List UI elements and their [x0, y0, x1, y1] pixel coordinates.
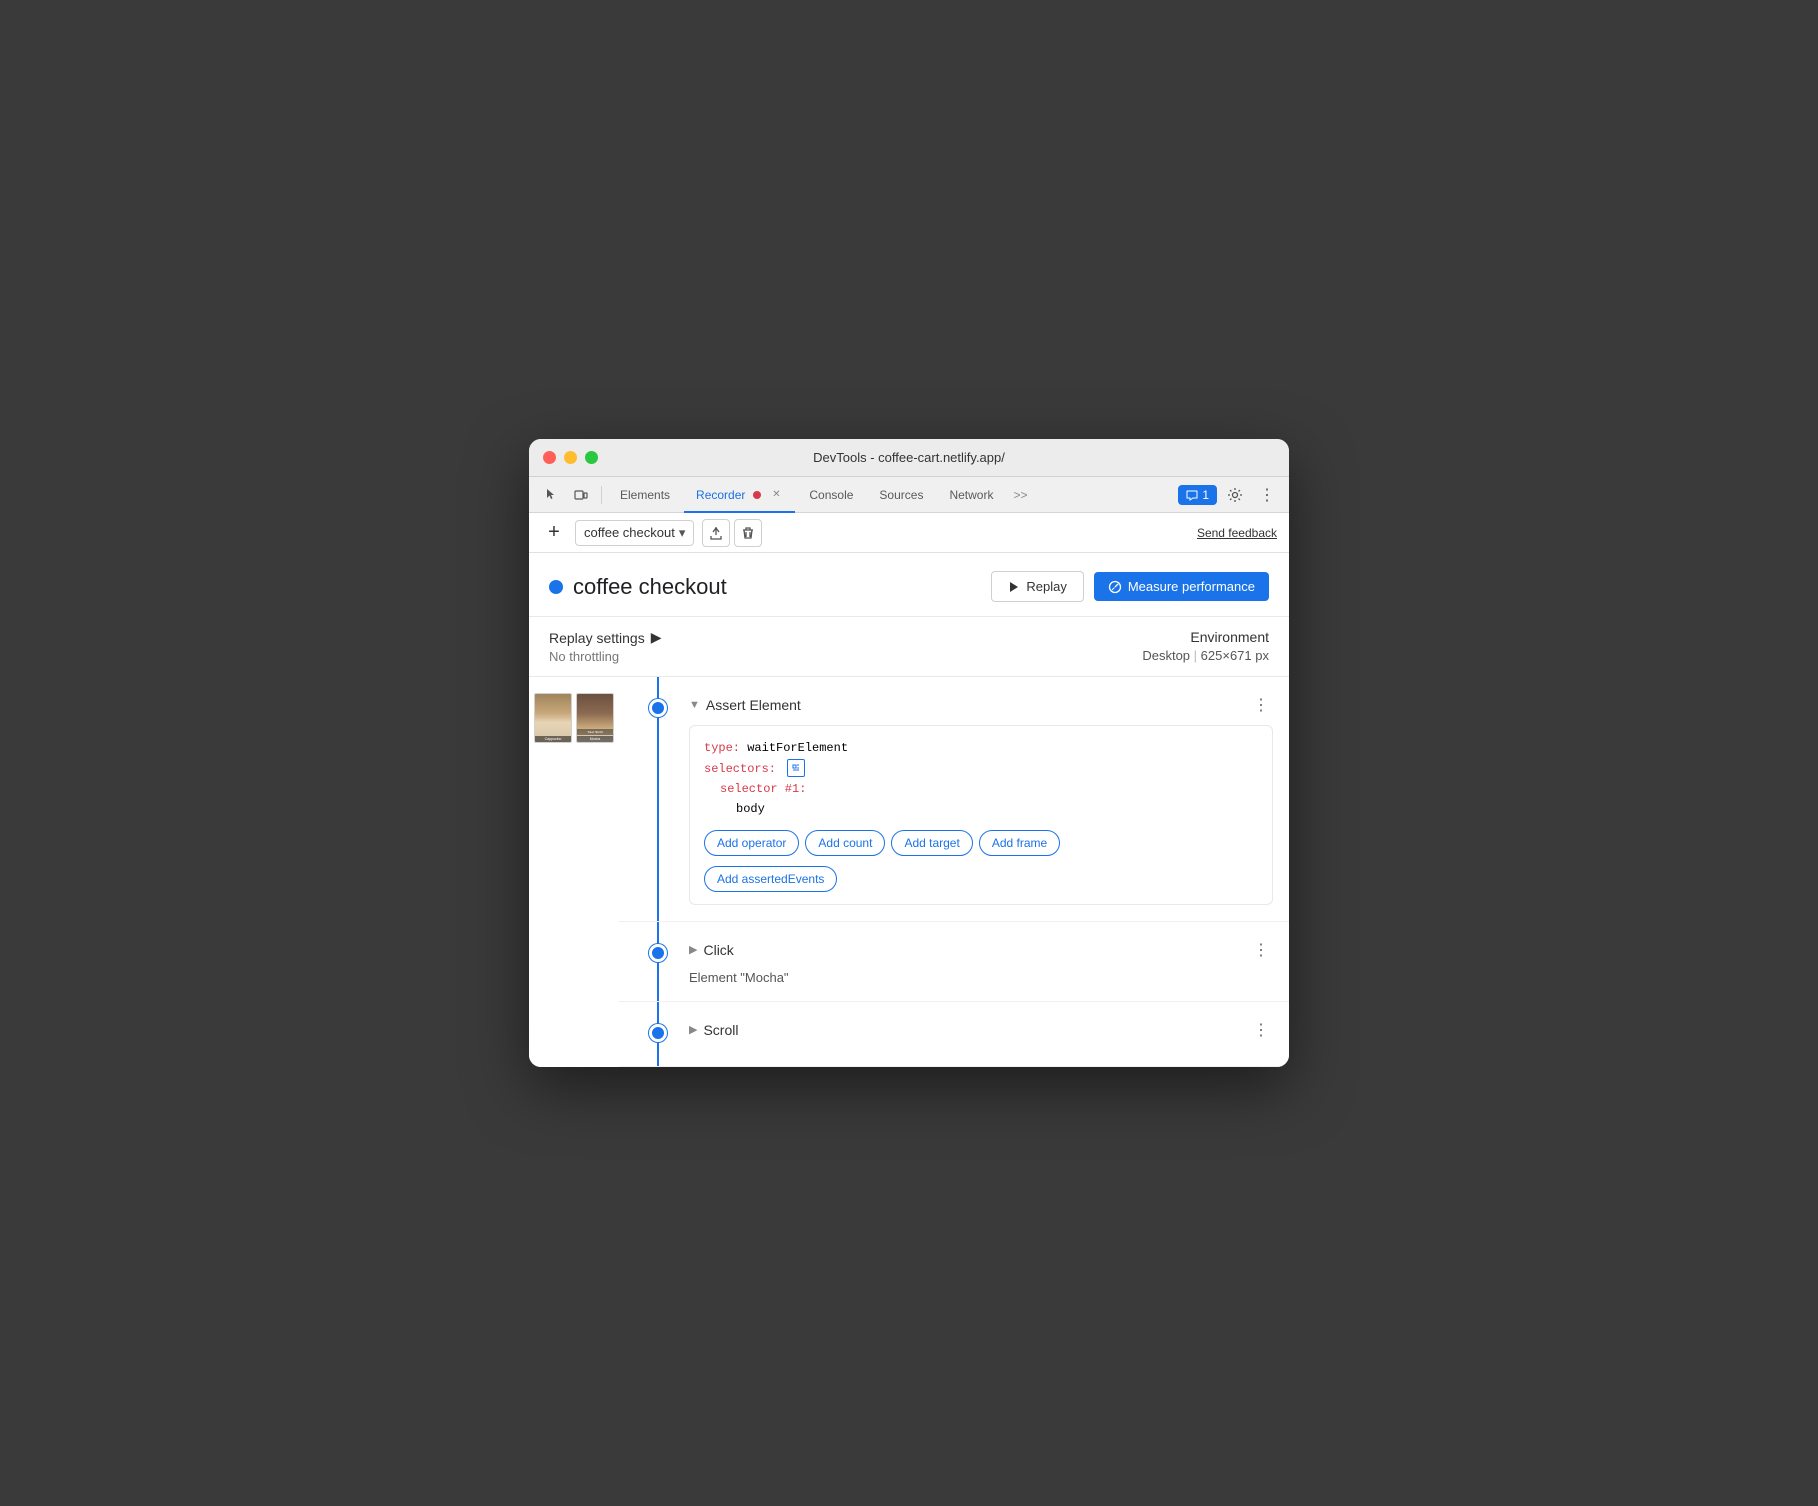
thumbnail-strip: Cappucino Mocha Total: $0.00	[529, 677, 619, 1067]
step-title-2[interactable]: ▶ Click	[689, 942, 734, 958]
add-operator-button[interactable]: Add operator	[704, 830, 799, 856]
step-subtitle-2: Element "Mocha"	[689, 970, 1273, 985]
delete-recording-button[interactable]	[734, 519, 762, 547]
devtools-toolbar: Elements Recorder ✕ Console Sources Netw…	[529, 477, 1289, 513]
recording-header: coffee checkout Replay Measure performan…	[529, 553, 1289, 617]
code-selectors: selectors:	[704, 759, 1258, 779]
device-toggle-button[interactable]	[567, 481, 595, 509]
steps-content: ▼ Assert Element ⋮ type: waitForElement …	[619, 677, 1289, 1067]
traffic-lights	[543, 451, 598, 464]
recording-dot	[549, 580, 563, 594]
export-icon	[709, 526, 723, 540]
toolbar-right: 1 ⋮	[1178, 481, 1281, 509]
more-tabs-button[interactable]: >>	[1007, 488, 1033, 502]
step-dot-3	[649, 1024, 667, 1042]
selector-icon[interactable]	[787, 759, 805, 777]
recording-title: coffee checkout	[573, 574, 727, 600]
performance-icon	[1108, 580, 1122, 594]
step-menu-button-3[interactable]: ⋮	[1249, 1018, 1273, 1042]
gear-icon	[1227, 487, 1243, 503]
step-body-1: type: waitForElement selectors:	[689, 725, 1273, 905]
add-count-button[interactable]: Add count	[805, 830, 885, 856]
step-click: ▶ Click ⋮ Element "Mocha"	[619, 922, 1289, 1002]
recording-actions	[702, 519, 762, 547]
code-type: type: waitForElement	[704, 738, 1258, 758]
recorder-bar: + coffee checkout ▾ Send feedback	[529, 513, 1289, 553]
tab-elements[interactable]: Elements	[608, 477, 682, 513]
close-tab-button[interactable]: ✕	[769, 488, 783, 502]
console-badge-button[interactable]: 1	[1178, 485, 1217, 505]
send-feedback-link[interactable]: Send feedback	[1197, 526, 1277, 540]
throttling-label: No throttling	[549, 649, 662, 664]
maximize-button[interactable]	[585, 451, 598, 464]
header-actions: Replay Measure performance	[991, 571, 1269, 602]
add-frame-button[interactable]: Add frame	[979, 830, 1060, 856]
add-target-button[interactable]: Add target	[891, 830, 972, 856]
main-content: coffee checkout Replay Measure performan…	[529, 553, 1289, 1067]
step-title-1[interactable]: ▼ Assert Element	[689, 697, 801, 713]
settings-button[interactable]	[1221, 481, 1249, 509]
step-menu-button-1[interactable]: ⋮	[1249, 693, 1273, 717]
step-assert-element: ▼ Assert Element ⋮ type: waitForElement …	[619, 677, 1289, 922]
recording-indicator: coffee checkout	[549, 574, 991, 600]
thumbnail-2: Mocha Total: $0.00	[576, 693, 614, 743]
step-menu-button-2[interactable]: ⋮	[1249, 938, 1273, 962]
tab-network[interactable]: Network	[937, 477, 1005, 513]
settings-left: Replay settings ▶ No throttling	[549, 629, 662, 664]
thumbnail-1: Cappucino	[534, 693, 572, 743]
step-actions-1: Add operator Add count Add target Add fr…	[704, 830, 1258, 856]
tab-console[interactable]: Console	[797, 477, 865, 513]
replay-settings-toggle[interactable]: Replay settings ▶	[549, 629, 662, 646]
step-header-2: ▶ Click ⋮	[689, 938, 1273, 962]
measure-performance-button[interactable]: Measure performance	[1094, 572, 1269, 601]
thumbnails: Cappucino Mocha Total: $0.00	[534, 693, 614, 743]
window-title: DevTools - coffee-cart.netlify.app/	[813, 450, 1005, 465]
step-title-3[interactable]: ▶ Scroll	[689, 1022, 738, 1038]
settings-bar: Replay settings ▶ No throttling Environm…	[529, 617, 1289, 677]
tab-sources[interactable]: Sources	[867, 477, 935, 513]
code-selector1: selector #1:	[704, 779, 1258, 799]
tab-recorder[interactable]: Recorder ✕	[684, 477, 795, 513]
environment-value: Desktop | 625×671 px	[1142, 648, 1269, 663]
settings-right: Environment Desktop | 625×671 px	[1142, 629, 1269, 663]
recorder-icon	[751, 489, 763, 501]
step-actions-2: Add assertedEvents	[704, 866, 1258, 892]
recording-name-dropdown[interactable]: coffee checkout ▾	[575, 520, 694, 546]
export-recording-button[interactable]	[702, 519, 730, 547]
step-header-3: ▶ Scroll ⋮	[689, 1018, 1273, 1042]
titlebar: DevTools - coffee-cart.netlify.app/	[529, 439, 1289, 477]
cursor-tool-button[interactable]	[537, 481, 565, 509]
code-body: body	[704, 799, 1258, 819]
step-scroll: ▶ Scroll ⋮	[619, 1002, 1289, 1067]
step-header-1: ▼ Assert Element ⋮	[689, 693, 1273, 717]
environment-label: Environment	[1142, 629, 1269, 645]
close-button[interactable]	[543, 451, 556, 464]
play-icon	[1008, 581, 1020, 593]
devtools-window: DevTools - coffee-cart.netlify.app/ Elem…	[529, 439, 1289, 1067]
delete-icon	[741, 526, 755, 540]
more-options-button[interactable]: ⋮	[1253, 481, 1281, 509]
new-recording-button[interactable]: +	[541, 520, 567, 546]
toolbar-separator-1	[601, 486, 602, 504]
step-dot-1	[649, 699, 667, 717]
replay-button[interactable]: Replay	[991, 571, 1083, 602]
chat-icon	[1186, 489, 1198, 501]
add-asserted-events-button[interactable]: Add assertedEvents	[704, 866, 837, 892]
steps-area: Cappucino Mocha Total: $0.00	[529, 677, 1289, 1067]
step-dot-2	[649, 944, 667, 962]
minimize-button[interactable]	[564, 451, 577, 464]
